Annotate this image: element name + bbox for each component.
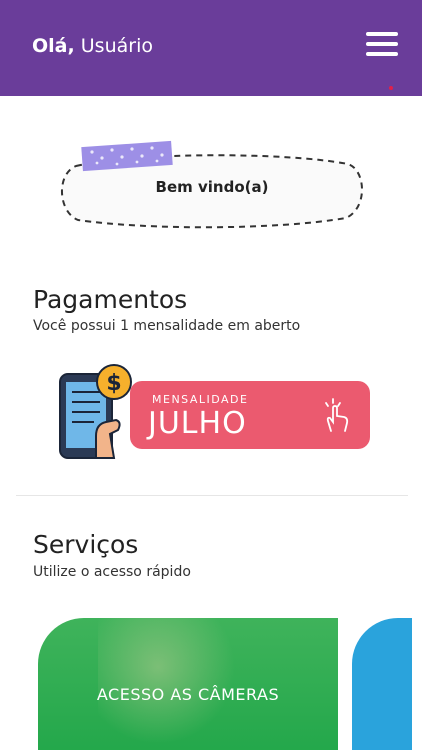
greeting: Olá, Usuário: [32, 35, 153, 57]
welcome-card: Bem vindo(a): [56, 138, 368, 233]
welcome-text: Bem vindo(a): [155, 178, 269, 196]
payments-subtitle: Você possui 1 mensalidade em aberto: [33, 318, 301, 334]
user-name: Usuário: [80, 35, 153, 57]
svg-text:$: $: [106, 371, 121, 396]
card-photo: [98, 618, 248, 750]
camera-access-card[interactable]: ACESSO AS CÂMERAS: [38, 618, 338, 750]
top-bar: Olá, Usuário: [0, 0, 422, 96]
tap-hand-icon: [325, 398, 349, 432]
services-title: Serviços: [33, 530, 139, 559]
greeting-prefix: Olá,: [32, 35, 75, 57]
section-divider: [16, 495, 408, 496]
payments-title: Pagamentos: [33, 285, 188, 314]
banner-small-label: MENSALIDADE: [152, 393, 249, 406]
monthly-fee-button[interactable]: MENSALIDADE JULHO: [130, 381, 370, 449]
services-subtitle: Utilize o acesso rápido: [33, 564, 191, 580]
notification-dot: [389, 86, 393, 90]
phone-payment-icon: $: [59, 364, 132, 459]
menu-icon[interactable]: [366, 32, 398, 60]
camera-access-label: ACESSO AS CÂMERAS: [96, 685, 280, 704]
banner-month-label: JULHO: [148, 406, 247, 441]
next-service-card[interactable]: [352, 618, 412, 750]
